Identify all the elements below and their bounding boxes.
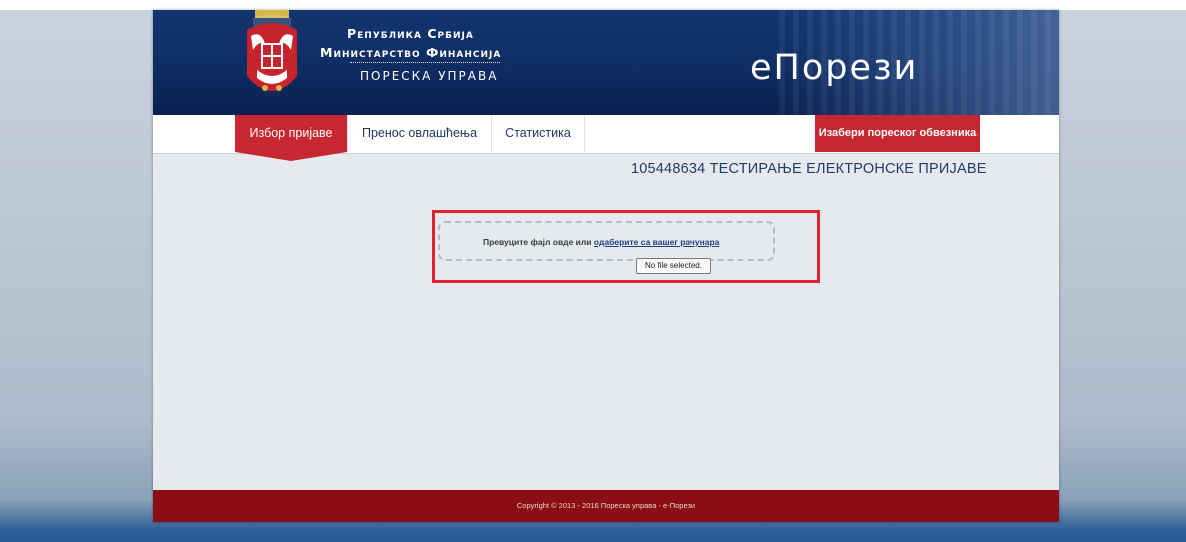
main-nav: Избор пријаве Пренос овлашћења Статистик… xyxy=(153,115,1059,154)
company-title: 105448634 ТЕСТИРАЊЕ ЕЛЕКТРОНСКЕ ПРИЈАВЕ xyxy=(631,161,987,177)
ministry-name: Министарство Финансија xyxy=(320,45,502,60)
select-taxpayer-button[interactable]: Изабери пореског обвезника xyxy=(815,115,980,152)
country-name: Република Србија xyxy=(347,26,474,41)
site-footer: Copyright © 2013 - 2016 Пореска управа -… xyxy=(153,490,1059,522)
nav-item-filing-selection[interactable]: Избор пријаве xyxy=(235,115,348,152)
site-header: Република Србија Министарство Финансија … xyxy=(153,10,1059,116)
dropzone-text: Превуците фајл овде или xyxy=(483,237,592,247)
browse-computer-link[interactable]: одаберите са вашег рачунара xyxy=(594,237,719,247)
eporezi-logo: еПорези xyxy=(750,48,919,88)
nav-item-authorization-transfer[interactable]: Пренос овлашћења xyxy=(348,115,492,152)
copyright-text: Copyright © 2013 - 2016 Пореска управа -… xyxy=(516,501,696,510)
agency-name: ПОРЕСКА УПРАВА xyxy=(360,69,499,83)
ministry-title: Република Србија Министарство Финансија … xyxy=(320,26,501,83)
title-divider xyxy=(350,62,500,63)
serbian-coat-of-arms-icon xyxy=(247,10,297,91)
file-input-status[interactable]: No file selected. xyxy=(636,258,711,274)
page-container: Република Србија Министарство Финансија … xyxy=(153,10,1059,522)
dropzone-instructions: Превуците фајл овде или одаберите са ваш… xyxy=(483,237,719,247)
nav-item-statistics[interactable]: Статистика xyxy=(492,115,585,152)
